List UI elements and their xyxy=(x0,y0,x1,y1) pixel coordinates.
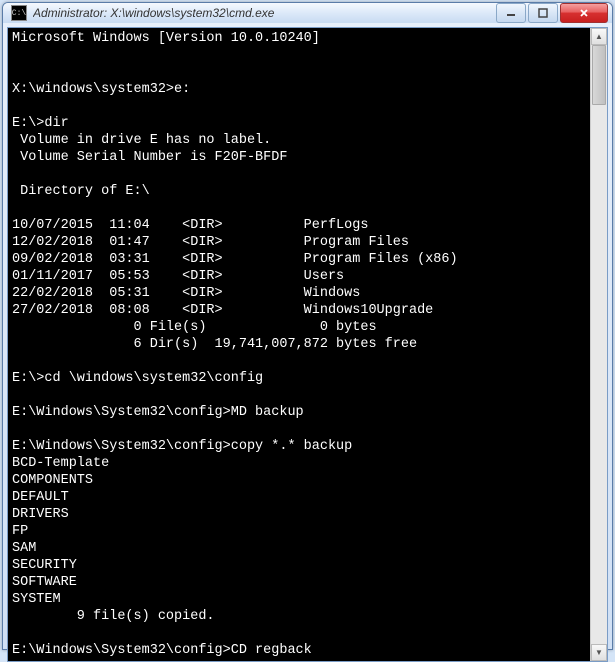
scroll-track[interactable] xyxy=(591,45,607,644)
content-frame: Microsoft Windows [Version 10.0.10240] X… xyxy=(7,27,608,662)
scroll-thumb[interactable] xyxy=(592,45,606,105)
scroll-up-button[interactable]: ▲ xyxy=(591,28,607,45)
terminal-output[interactable]: Microsoft Windows [Version 10.0.10240] X… xyxy=(8,28,590,661)
maximize-icon xyxy=(538,8,548,18)
minimize-button[interactable] xyxy=(496,3,526,23)
chevron-down-icon: ▼ xyxy=(595,649,603,657)
cmd-window: C:\ Administrator: X:\windows\system32\c… xyxy=(2,2,613,650)
close-button[interactable] xyxy=(560,3,608,23)
titlebar[interactable]: C:\ Administrator: X:\windows\system32\c… xyxy=(3,3,612,23)
close-icon xyxy=(579,8,589,18)
window-controls xyxy=(496,3,608,23)
scroll-down-button[interactable]: ▼ xyxy=(591,644,607,661)
maximize-button[interactable] xyxy=(528,3,558,23)
chevron-up-icon: ▲ xyxy=(595,33,603,41)
vertical-scrollbar[interactable]: ▲ ▼ xyxy=(590,28,607,661)
minimize-icon xyxy=(506,8,516,18)
cmd-icon: C:\ xyxy=(11,5,27,21)
window-title: Administrator: X:\windows\system32\cmd.e… xyxy=(33,6,496,20)
